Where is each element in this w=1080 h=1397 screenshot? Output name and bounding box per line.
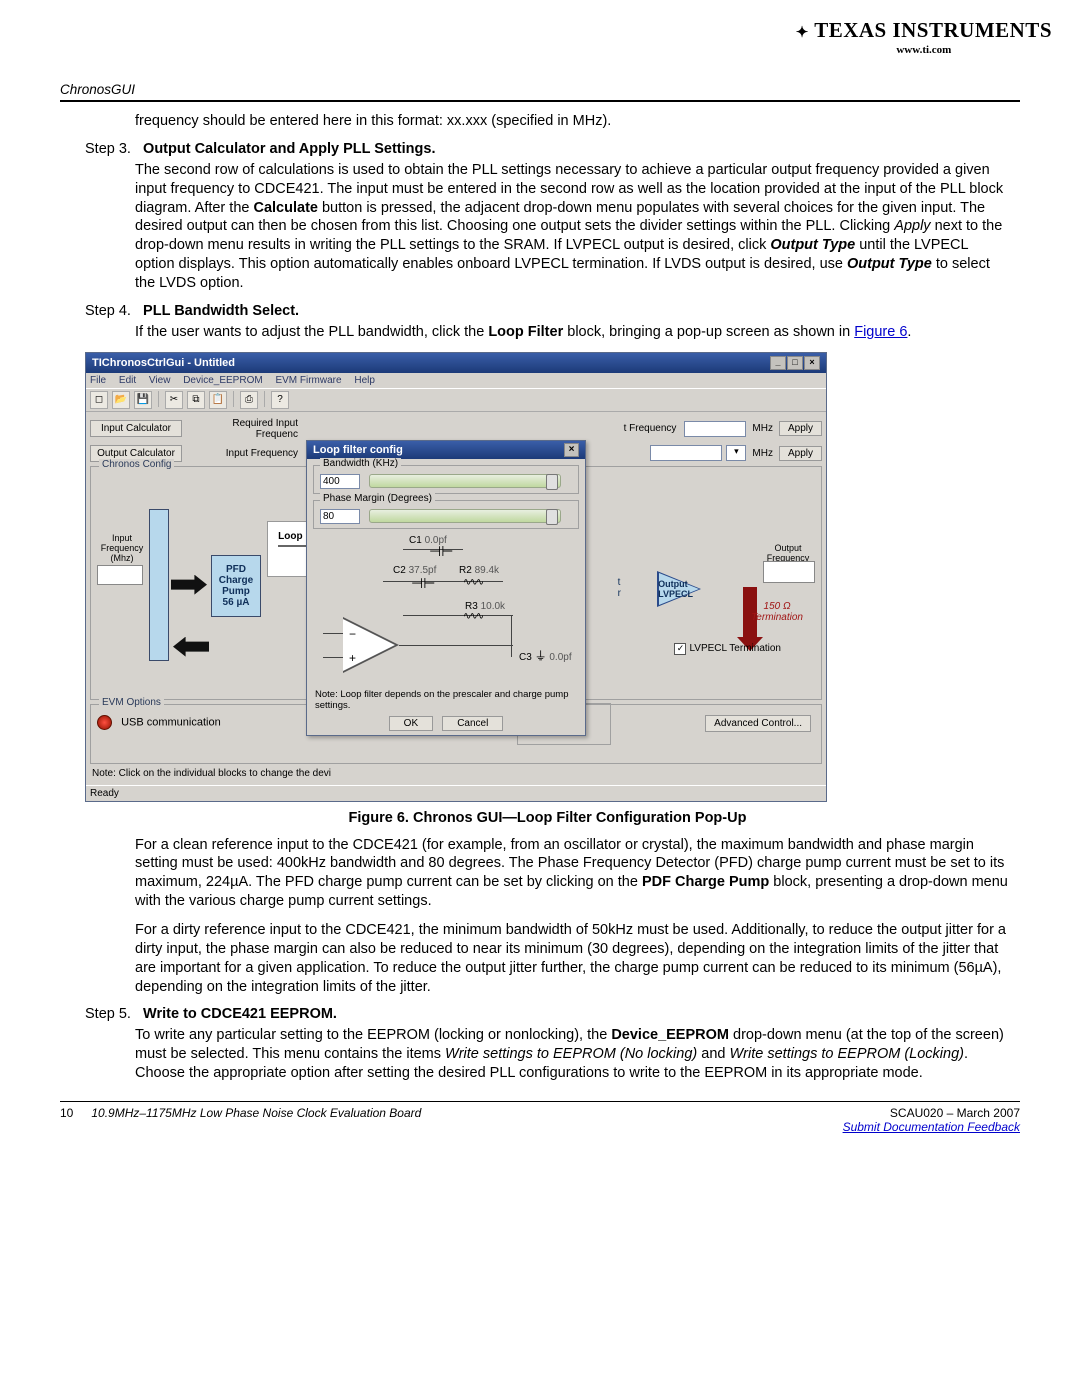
unit-mhz-1: MHz <box>752 423 773 434</box>
open-icon[interactable]: 📂 <box>112 391 130 409</box>
step-3-body: The second row of calculations is used t… <box>135 161 1010 293</box>
menu-file[interactable]: File <box>90 375 106 386</box>
brand-text: TEXAS INSTRUMENTS <box>814 18 1052 42</box>
maximize-icon[interactable]: □ <box>787 356 803 370</box>
status-bar: Ready <box>86 785 826 801</box>
step-4-label: Step 4. <box>85 303 131 319</box>
menu-evm-firmware[interactable]: EVM Firmware <box>275 375 341 386</box>
section-header: ChronosGUI <box>60 82 1020 97</box>
popup-cancel-button[interactable]: Cancel <box>442 716 503 731</box>
window-title: TIChronosCtrlGui - Untitled <box>92 357 235 369</box>
toolbar: ◻ 📂 💾 ✂ ⧉ 📋 ⎙ ? <box>86 388 826 412</box>
menu-device-eeprom[interactable]: Device_EEPROM <box>183 375 262 386</box>
step-5: Step 5. Write to CDCE421 EEPROM. <box>85 1006 1010 1022</box>
evm-legend: EVM Options <box>99 697 164 708</box>
page-number: 10 <box>60 1106 73 1134</box>
phase-margin-legend: Phase Margin (Degrees) <box>320 493 435 504</box>
pfd-block[interactable]: PFD Charge Pump 56 µA <box>211 555 261 617</box>
menu-edit[interactable]: Edit <box>119 375 136 386</box>
dropdown-icon[interactable]: ▾ <box>726 445 746 461</box>
bandwidth-input[interactable] <box>320 474 360 489</box>
new-icon[interactable]: ◻ <box>90 391 108 409</box>
chronos-gui-window: TIChronosCtrlGui - Untitled _□× File Edi… <box>85 352 827 802</box>
step-5-label: Step 5. <box>85 1006 131 1022</box>
phase-margin-slider[interactable] <box>369 509 561 523</box>
step-4-body: If the user wants to adjust the PLL band… <box>135 323 1010 342</box>
input-block[interactable] <box>149 509 169 661</box>
step-5-body: To write any particular setting to the E… <box>135 1026 1010 1083</box>
cut-icon[interactable]: ✂ <box>165 391 183 409</box>
lvpecl-termination-checkbox[interactable]: ✓LVPECL Termination <box>674 643 781 655</box>
input-calculator-button[interactable]: Input Calculator <box>90 420 182 437</box>
step-4: Step 4. PLL Bandwidth Select. <box>85 303 1010 319</box>
apply-button-2[interactable]: Apply <box>779 446 822 461</box>
main-panel: Input Calculator Required Input Frequenc… <box>86 412 826 785</box>
phase-margin-group: Phase Margin (Degrees) <box>313 500 579 529</box>
print-icon[interactable]: ⎙ <box>240 391 258 409</box>
panel-note: Note: Click on the individual blocks to … <box>90 764 822 781</box>
minimize-icon[interactable]: _ <box>770 356 786 370</box>
bandwidth-group: Bandwidth (KHz) <box>313 465 579 494</box>
usb-led-icon <box>97 715 112 730</box>
output-freq-select[interactable] <box>650 445 722 461</box>
step-3-title: Output Calculator and Apply PLL Settings… <box>143 141 435 157</box>
save-icon[interactable]: 💾 <box>134 391 152 409</box>
loop-filter-popup: Loop filter config × Bandwidth (KHz) Pha… <box>306 440 586 736</box>
apply-button-1[interactable]: Apply <box>779 421 822 436</box>
figure-6-link[interactable]: Figure 6 <box>854 324 907 340</box>
feedback-link[interactable]: Submit Documentation Feedback <box>843 1120 1020 1134</box>
popup-close-icon[interactable]: × <box>564 443 579 457</box>
step-4-title: PLL Bandwidth Select. <box>143 303 299 319</box>
figure-6-caption: Figure 6. Chronos GUI—Loop Filter Config… <box>85 810 1010 826</box>
brand-url: www.ti.com <box>796 44 1052 56</box>
usb-comm-label: USB communication <box>121 716 221 728</box>
popup-title: Loop filter config <box>313 444 403 456</box>
input-freq-block-label: Input Frequency (Mhz) <box>97 533 147 563</box>
config-legend: Chronos Config <box>99 459 174 470</box>
popup-note: Note: Loop filter depends on the prescal… <box>307 689 585 715</box>
t-frequency-label: t Frequency <box>620 421 681 436</box>
para-clean-ref: For a clean reference input to the CDCE4… <box>135 836 1010 911</box>
step-3: Step 3. Output Calculator and Apply PLL … <box>85 141 1010 157</box>
bandwidth-slider[interactable] <box>369 474 561 488</box>
footer-rule <box>60 1101 1020 1102</box>
menubar[interactable]: File Edit View Device_EEPROM EVM Firmwar… <box>86 373 826 388</box>
step-3-label: Step 3. <box>85 141 131 157</box>
arrow-1 <box>171 575 207 595</box>
circuit-diagram: C1 0.0pf ⊣⊢ C2 37.5pf R2 89.4k ⊣⊢ ∿∿∿ R3… <box>313 535 579 685</box>
window-buttons[interactable]: _□× <box>769 356 820 370</box>
step-5-title: Write to CDCE421 EEPROM. <box>143 1006 337 1022</box>
popup-ok-button[interactable]: OK <box>389 716 433 731</box>
ti-logo: ✦ TEXAS INSTRUMENTS www.ti.com <box>796 18 1052 56</box>
menu-view[interactable]: View <box>149 375 171 386</box>
unit-mhz-2: MHz <box>752 448 773 459</box>
input-freq-label: Input Frequency <box>186 446 302 461</box>
termination-label: 150 Ω Termination <box>751 601 803 623</box>
t-r-label: tr <box>618 577 621 599</box>
page-footer: 10 10.9MHz–1175MHz Low Phase Noise Clock… <box>60 1106 1020 1134</box>
para-dirty-ref: For a dirty reference input to the CDCE4… <box>135 921 1010 996</box>
titlebar: TIChronosCtrlGui - Untitled _□× <box>86 353 826 373</box>
req-input-freq-label: Required Input Frequenc <box>186 416 302 442</box>
bandwidth-legend: Bandwidth (KHz) <box>320 458 401 469</box>
header-rule <box>60 100 1020 102</box>
footer-doc-title: 10.9MHz–1175MHz Low Phase Noise Clock Ev… <box>91 1106 421 1134</box>
help-icon[interactable]: ? <box>271 391 289 409</box>
intro-line: frequency should be entered here in this… <box>135 112 1010 131</box>
paste-icon[interactable]: 📋 <box>209 391 227 409</box>
t-frequency-field[interactable] <box>684 421 746 437</box>
close-icon[interactable]: × <box>804 356 820 370</box>
copy-icon[interactable]: ⧉ <box>187 391 205 409</box>
arrow-feedback <box>173 637 209 657</box>
phase-margin-input[interactable] <box>320 509 360 524</box>
output-freq-field[interactable] <box>763 561 815 583</box>
input-freq-field[interactable] <box>97 565 143 585</box>
output-type-label: Output LVPECL <box>658 579 693 599</box>
doc-code: SCAU020 – March 2007 <box>843 1106 1020 1120</box>
advanced-control-button[interactable]: Advanced Control... <box>705 715 811 732</box>
menu-help[interactable]: Help <box>354 375 375 386</box>
